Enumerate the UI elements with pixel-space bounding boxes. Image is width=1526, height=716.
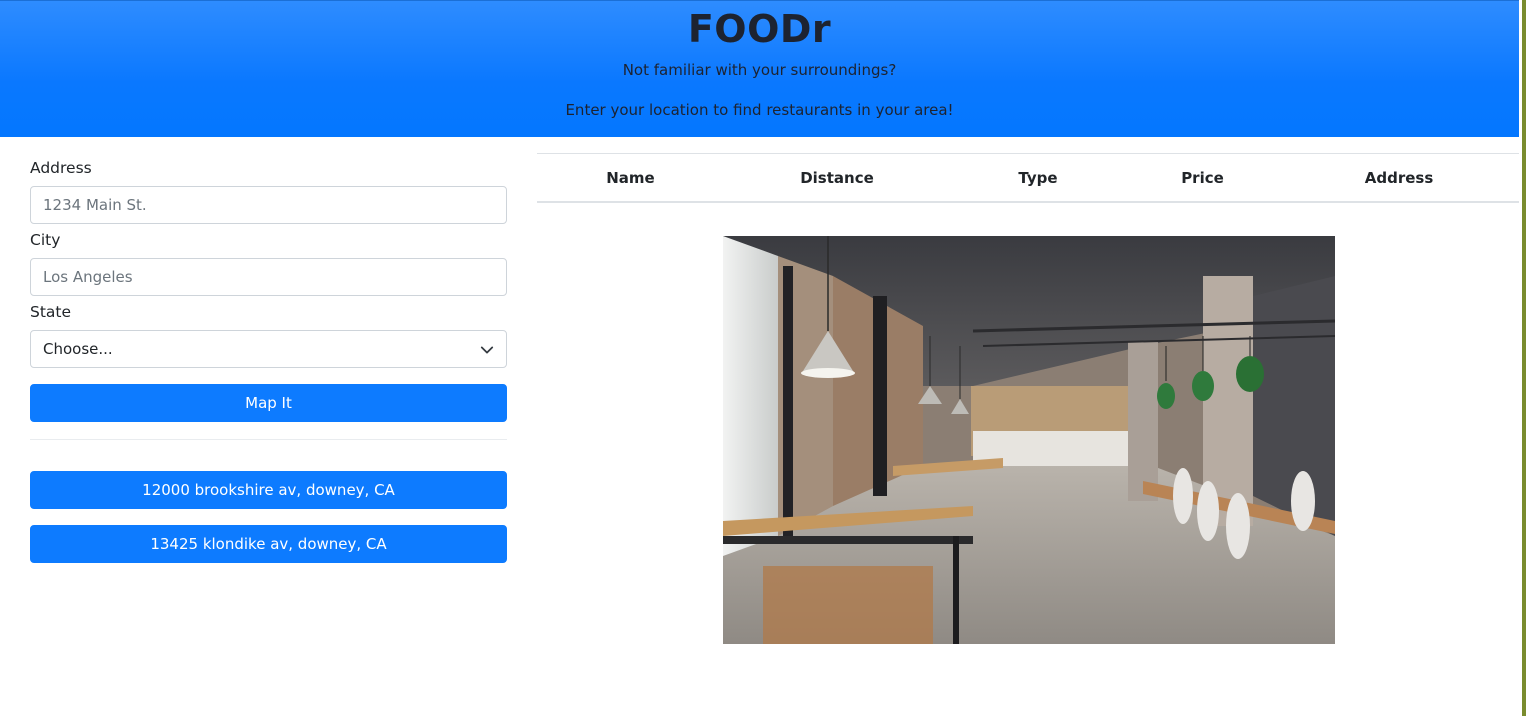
- city-label: City: [30, 231, 61, 249]
- restaurant-illustration: [723, 236, 1335, 644]
- map-it-button[interactable]: Map It: [30, 384, 507, 422]
- results-table: Name Distance Type Price Address: [537, 153, 1519, 203]
- tagline-question: Not familiar with your surroundings?: [622, 61, 897, 79]
- column-header-distance: Distance: [800, 168, 874, 187]
- column-header-type: Type: [1018, 168, 1058, 187]
- state-label: State: [30, 303, 72, 321]
- address-label: Address: [30, 159, 92, 177]
- state-select-value: Choose...: [43, 340, 113, 358]
- location-form: Address City State Choose... Map It 1200…: [30, 154, 507, 579]
- header-banner: FOODr Not familiar with your surrounding…: [0, 0, 1519, 137]
- chevron-down-icon: [480, 346, 494, 354]
- tagline-instruction: Enter your location to find restaurants …: [565, 101, 954, 119]
- table-header-row: Name Distance Type Price Address: [537, 153, 1519, 203]
- window-edge: [1519, 0, 1526, 716]
- column-header-name: Name: [606, 168, 655, 187]
- city-input[interactable]: [30, 258, 507, 296]
- history-address-button[interactable]: 12000 brookshire av, downey, CA: [30, 471, 507, 509]
- search-history-list: 12000 brookshire av, downey, CA 13425 kl…: [30, 471, 507, 563]
- column-header-address: Address: [1364, 168, 1434, 187]
- address-input[interactable]: [30, 186, 507, 224]
- history-address-button[interactable]: 13425 klondike av, downey, CA: [30, 525, 507, 563]
- page-title: FOODr: [687, 7, 832, 51]
- state-select[interactable]: Choose...: [30, 330, 507, 368]
- column-header-price: Price: [1181, 168, 1224, 187]
- app-page: FOODr Not familiar with your surrounding…: [0, 0, 1526, 716]
- restaurant-interior-image: [723, 236, 1335, 644]
- divider: [30, 439, 507, 440]
